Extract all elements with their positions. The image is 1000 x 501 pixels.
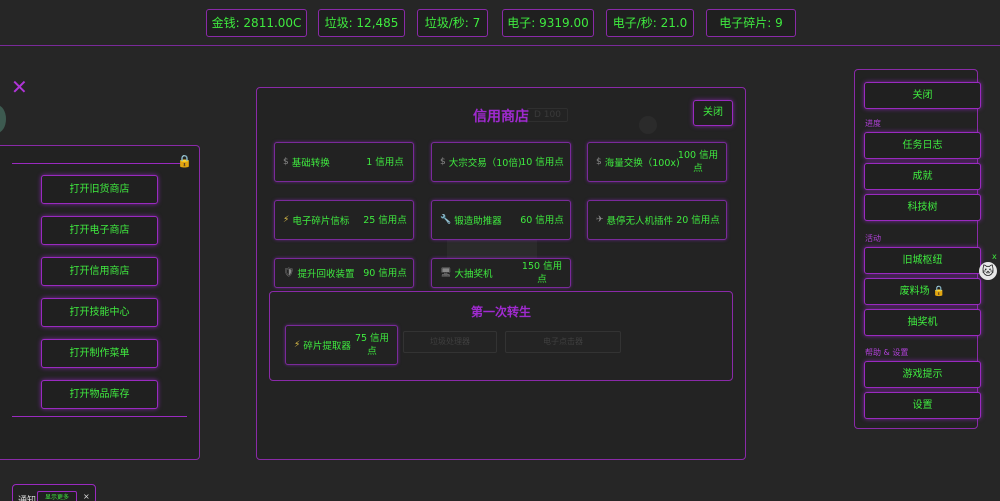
item-cost: 150 信用点: [521, 261, 563, 285]
right-panel-close-button[interactable]: 关闭: [864, 82, 981, 109]
section-help-settings-label: 帮助 & 设置: [865, 348, 909, 357]
drone-icon: ✈: [596, 215, 604, 225]
item-cost: 90 信用点: [363, 267, 407, 279]
open-inventory-button[interactable]: 打开物品库存: [41, 380, 158, 409]
shop-item-shard-beacon[interactable]: ⚡ 电子碎片信标 25 信用点: [274, 200, 414, 240]
shop-item-bulk-trade[interactable]: $ 大宗交易（10倍) 10 信用点: [431, 142, 571, 182]
notification-label: 通知: [18, 496, 37, 501]
wrench-icon: 🔧: [440, 215, 452, 225]
task-log-button[interactable]: 任务日志: [864, 132, 981, 159]
settings-button[interactable]: 设置: [864, 392, 981, 419]
old-city-hub-button[interactable]: 旧城枢纽: [864, 247, 981, 274]
lightning-icon: ⚡: [294, 340, 301, 350]
lottery-machine-button[interactable]: 抽奖机: [864, 309, 981, 336]
money-stat: 金钱: 2811.00C: [206, 9, 307, 37]
notification-close-icon[interactable]: ×: [83, 492, 90, 501]
trash-stat: 垃圾: 12,485: [318, 9, 405, 37]
game-tips-button[interactable]: 游戏提示: [864, 361, 981, 388]
dollar-icon: $: [440, 157, 446, 167]
left-menu-panel: 🔒 打开旧货商店 打开电子商店 打开信用商店 打开技能中心 打开制作菜单 打开物…: [0, 145, 200, 460]
shop-item-mass-exchange[interactable]: $ 海量交换（100x) 100 信用点: [587, 142, 727, 182]
cat-mascot-icon[interactable]: 🐱: [979, 262, 997, 280]
show-more-button[interactable]: 显示更多: [37, 491, 77, 501]
item-name: 提升回收装置: [297, 269, 355, 280]
electron-rate-stat: 电子/秒: 21.0: [606, 9, 694, 37]
shop-item-recycler-upgrade[interactable]: 🛡 提升回收装置 90 信用点: [274, 258, 414, 288]
item-name: 电子碎片信标: [292, 216, 350, 227]
shop-item-shard-extractor[interactable]: ⚡ 碎片提取器 75 信用点: [285, 325, 398, 365]
divider: [12, 416, 187, 417]
shop-item-drone-plugin[interactable]: ✈ 悬停无人机插件 20 信用点: [587, 200, 727, 240]
monitor-icon: 🖥: [440, 268, 452, 278]
open-skill-center-button[interactable]: 打开技能中心: [41, 298, 158, 327]
item-name: 大宗交易（10倍): [448, 158, 522, 169]
lock-icon[interactable]: 🔒: [177, 154, 192, 168]
divider: [12, 163, 187, 164]
item-cost: 75 信用点: [354, 333, 390, 357]
electron-shards-stat: 电子碎片: 9: [706, 9, 796, 37]
shop-title: 信用商店: [473, 109, 529, 125]
shop-item-big-lottery[interactable]: 🖥 大抽奖机 150 信用点: [431, 258, 571, 288]
close-icon[interactable]: ✕: [11, 77, 28, 97]
item-cost: 100 信用点: [677, 150, 719, 174]
open-electron-shop-button[interactable]: 打开电子商店: [41, 216, 158, 245]
item-cost: 20 信用点: [676, 214, 720, 226]
item-name: 大抽奖机: [454, 269, 493, 280]
open-junk-shop-button[interactable]: 打开旧货商店: [41, 175, 158, 204]
open-crafting-menu-button[interactable]: 打开制作菜单: [41, 339, 158, 368]
section-activities-label: 活动: [865, 234, 881, 243]
shop-close-button[interactable]: 关闭: [693, 100, 733, 126]
item-name: 海量交换（100x): [604, 158, 680, 169]
shield-icon: 🛡: [283, 268, 295, 278]
tech-tree-button[interactable]: 科技树: [864, 194, 981, 221]
open-credit-shop-button[interactable]: 打开信用商店: [41, 257, 158, 286]
item-cost: 10 信用点: [520, 156, 564, 168]
dollar-icon: $: [283, 157, 289, 167]
notification-bar: 通知 显示更多 ×: [12, 484, 96, 501]
stats-bar: 金钱: 2811.00C 垃圾: 12,485 垃圾/秒: 7 电子: 9319…: [0, 0, 1000, 46]
rebirth-title: 第一次转生: [470, 305, 531, 319]
item-name: 碎片提取器: [303, 341, 351, 352]
item-cost: 25 信用点: [363, 214, 407, 226]
item-name: 悬停无人机插件: [606, 216, 674, 227]
electrons-stat: 电子: 9319.00: [502, 9, 594, 37]
shop-item-forge-booster[interactable]: 🔧 锻造助推器 60 信用点: [431, 200, 571, 240]
mascot-close-icon[interactable]: x: [992, 252, 997, 261]
item-cost: 60 信用点: [520, 214, 564, 226]
dollar-icon: $: [596, 157, 602, 167]
credit-shop-modal: D 100 信用商店 关闭 $ 基础转换 1 信用点 $ 大宗交易（10倍) 10 …: [256, 87, 746, 460]
item-cost: 1 信用点: [366, 156, 404, 168]
lightning-icon: ⚡: [283, 215, 290, 225]
section-progress-label: 进度: [865, 119, 881, 128]
item-name: 锻造助推器: [454, 216, 502, 227]
item-name: 基础转换: [291, 158, 330, 169]
trash-processor-button[interactable]: 垃圾处理器: [403, 331, 497, 353]
junkyard-button[interactable]: 废料场 🔒: [864, 278, 981, 305]
achievements-button[interactable]: 成就: [864, 163, 981, 190]
electron-clicker-button[interactable]: 电子点击器: [505, 331, 621, 353]
avatar[interactable]: [0, 105, 6, 133]
shop-item-basic-conversion[interactable]: $ 基础转换 1 信用点: [274, 142, 414, 182]
right-menu-panel: 关闭 进度 任务日志 成就 科技树 活动 旧城枢纽 废料场 🔒 抽奖机 帮助 &…: [854, 69, 981, 429]
first-rebirth-section: 第一次转生 ⚡ 碎片提取器 75 信用点 垃圾处理器 电子点击器: [269, 291, 733, 381]
trash-rate-stat: 垃圾/秒: 7: [417, 9, 488, 37]
